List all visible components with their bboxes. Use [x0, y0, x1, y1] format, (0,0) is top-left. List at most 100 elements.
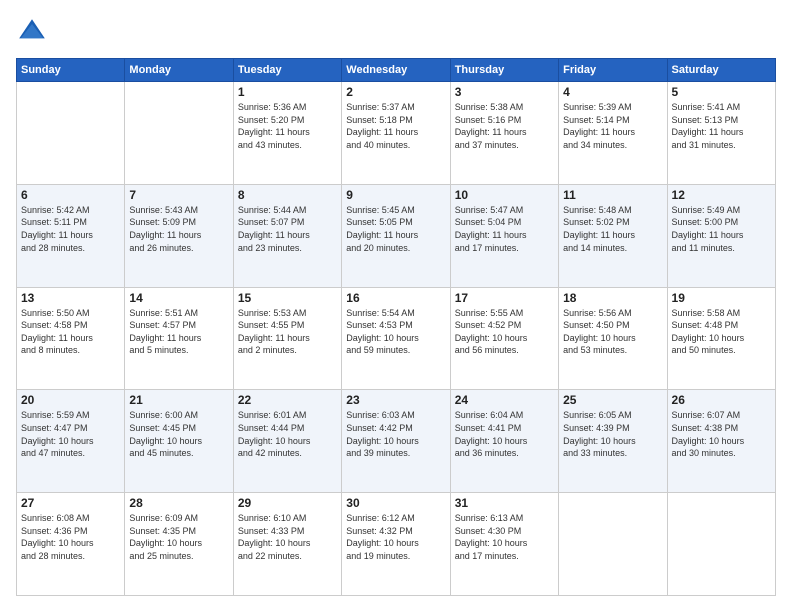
day-detail: Sunrise: 6:08 AM Sunset: 4:36 PM Dayligh… — [21, 512, 120, 562]
day-number: 19 — [672, 291, 771, 305]
day-detail: Sunrise: 5:41 AM Sunset: 5:13 PM Dayligh… — [672, 101, 771, 151]
calendar-cell: 21 Sunrise: 6:00 AM Sunset: 4:45 PM Dayli… — [125, 390, 233, 493]
calendar-cell: 4 Sunrise: 5:39 AM Sunset: 5:14 PM Daylig… — [559, 82, 667, 185]
calendar-cell: 17 Sunrise: 5:55 AM Sunset: 4:52 PM Dayli… — [450, 287, 558, 390]
day-detail: Sunrise: 5:51 AM Sunset: 4:57 PM Dayligh… — [129, 307, 228, 357]
calendar-week-row: 27Sunrise: 6:08 AM Sunset: 4:36 PM Dayli… — [17, 493, 776, 596]
calendar-cell: 13 Sunrise: 5:50 AM Sunset: 4:58 PM Dayli… — [17, 287, 125, 390]
calendar-cell: 5 Sunrise: 5:41 AM Sunset: 5:13 PM Daylig… — [667, 82, 775, 185]
day-detail: Sunrise: 6:04 AM Sunset: 4:41 PM Dayligh… — [455, 409, 554, 459]
calendar-day-header: Saturday — [667, 59, 775, 82]
calendar-cell: 20 Sunrise: 5:59 AM Sunset: 4:47 PM Dayli… — [17, 390, 125, 493]
calendar-cell: 24 Sunrise: 6:04 AM Sunset: 4:41 PM Dayli… — [450, 390, 558, 493]
calendar-header-row: SundayMondayTuesdayWednesdayThursdayFrid… — [17, 59, 776, 82]
calendar-day-header: Sunday — [17, 59, 125, 82]
calendar-cell: 8 Sunrise: 5:44 AM Sunset: 5:07 PM Daylig… — [233, 184, 341, 287]
calendar-cell — [125, 82, 233, 185]
day-number: 28 — [129, 496, 228, 510]
day-number: 13 — [21, 291, 120, 305]
day-detail: Sunrise: 5:47 AM Sunset: 5:04 PM Dayligh… — [455, 204, 554, 254]
day-number: 10 — [455, 188, 554, 202]
day-number: 11 — [563, 188, 662, 202]
day-number: 20 — [21, 393, 120, 407]
day-detail: Sunrise: 5:59 AM Sunset: 4:47 PM Dayligh… — [21, 409, 120, 459]
day-number: 22 — [238, 393, 337, 407]
day-detail: Sunrise: 5:49 AM Sunset: 5:00 PM Dayligh… — [672, 204, 771, 254]
calendar-cell: 12 Sunrise: 5:49 AM Sunset: 5:00 PM Dayli… — [667, 184, 775, 287]
day-number: 12 — [672, 188, 771, 202]
calendar-cell: 9Sunrise: 5:45 AM Sunset: 5:05 PM Daylig… — [342, 184, 450, 287]
day-number: 16 — [346, 291, 445, 305]
calendar-cell: 7 Sunrise: 5:43 AM Sunset: 5:09 PM Daylig… — [125, 184, 233, 287]
calendar-day-header: Monday — [125, 59, 233, 82]
calendar-week-row: 1 Sunrise: 5:36 AM Sunset: 5:20 PM Daylig… — [17, 82, 776, 185]
day-detail: Sunrise: 5:42 AM Sunset: 5:11 PM Dayligh… — [21, 204, 120, 254]
day-number: 15 — [238, 291, 337, 305]
day-number: 8 — [238, 188, 337, 202]
calendar-cell: 22 Sunrise: 6:01 AM Sunset: 4:44 PM Dayli… — [233, 390, 341, 493]
calendar-week-row: 6 Sunrise: 5:42 AM Sunset: 5:11 PM Daylig… — [17, 184, 776, 287]
day-number: 30 — [346, 496, 445, 510]
day-number: 17 — [455, 291, 554, 305]
day-detail: Sunrise: 6:09 AM Sunset: 4:35 PM Dayligh… — [129, 512, 228, 562]
calendar-cell: 2Sunrise: 5:37 AM Sunset: 5:18 PM Daylig… — [342, 82, 450, 185]
calendar-cell — [667, 493, 775, 596]
day-number: 5 — [672, 85, 771, 99]
day-detail: Sunrise: 5:58 AM Sunset: 4:48 PM Dayligh… — [672, 307, 771, 357]
calendar-cell: 11 Sunrise: 5:48 AM Sunset: 5:02 PM Dayli… — [559, 184, 667, 287]
calendar-cell: 16 Sunrise: 5:54 AM Sunset: 4:53 PM Dayli… — [342, 287, 450, 390]
day-detail: Sunrise: 6:00 AM Sunset: 4:45 PM Dayligh… — [129, 409, 228, 459]
day-detail: Sunrise: 6:12 AM Sunset: 4:32 PM Dayligh… — [346, 512, 445, 562]
day-number: 26 — [672, 393, 771, 407]
page: SundayMondayTuesdayWednesdayThursdayFrid… — [0, 0, 792, 612]
calendar-cell: 26 Sunrise: 6:07 AM Sunset: 4:38 PM Dayli… — [667, 390, 775, 493]
day-number: 24 — [455, 393, 554, 407]
day-detail: Sunrise: 5:56 AM Sunset: 4:50 PM Dayligh… — [563, 307, 662, 357]
calendar-cell: 27Sunrise: 6:08 AM Sunset: 4:36 PM Dayli… — [17, 493, 125, 596]
day-number: 9 — [346, 188, 445, 202]
calendar-cell: 14 Sunrise: 5:51 AM Sunset: 4:57 PM Dayli… — [125, 287, 233, 390]
day-detail: Sunrise: 5:48 AM Sunset: 5:02 PM Dayligh… — [563, 204, 662, 254]
day-number: 1 — [238, 85, 337, 99]
day-number: 29 — [238, 496, 337, 510]
day-detail: Sunrise: 5:38 AM Sunset: 5:16 PM Dayligh… — [455, 101, 554, 151]
day-detail: Sunrise: 6:03 AM Sunset: 4:42 PM Dayligh… — [346, 409, 445, 459]
day-number: 6 — [21, 188, 120, 202]
calendar-day-header: Wednesday — [342, 59, 450, 82]
day-detail: Sunrise: 5:39 AM Sunset: 5:14 PM Dayligh… — [563, 101, 662, 151]
day-number: 21 — [129, 393, 228, 407]
calendar-cell: 29 Sunrise: 6:10 AM Sunset: 4:33 PM Dayli… — [233, 493, 341, 596]
calendar-week-row: 20 Sunrise: 5:59 AM Sunset: 4:47 PM Dayli… — [17, 390, 776, 493]
day-detail: Sunrise: 6:10 AM Sunset: 4:33 PM Dayligh… — [238, 512, 337, 562]
calendar-cell: 25Sunrise: 6:05 AM Sunset: 4:39 PM Dayli… — [559, 390, 667, 493]
calendar-day-header: Tuesday — [233, 59, 341, 82]
day-detail: Sunrise: 5:54 AM Sunset: 4:53 PM Dayligh… — [346, 307, 445, 357]
day-detail: Sunrise: 6:01 AM Sunset: 4:44 PM Dayligh… — [238, 409, 337, 459]
day-detail: Sunrise: 5:36 AM Sunset: 5:20 PM Dayligh… — [238, 101, 337, 151]
day-number: 4 — [563, 85, 662, 99]
calendar-cell: 23 Sunrise: 6:03 AM Sunset: 4:42 PM Dayli… — [342, 390, 450, 493]
day-number: 31 — [455, 496, 554, 510]
calendar-cell: 6 Sunrise: 5:42 AM Sunset: 5:11 PM Daylig… — [17, 184, 125, 287]
calendar-cell: 28 Sunrise: 6:09 AM Sunset: 4:35 PM Dayli… — [125, 493, 233, 596]
calendar-cell — [17, 82, 125, 185]
day-number: 3 — [455, 85, 554, 99]
calendar-cell: 15 Sunrise: 5:53 AM Sunset: 4:55 PM Dayli… — [233, 287, 341, 390]
day-number: 7 — [129, 188, 228, 202]
day-detail: Sunrise: 5:53 AM Sunset: 4:55 PM Dayligh… — [238, 307, 337, 357]
day-detail: Sunrise: 5:43 AM Sunset: 5:09 PM Dayligh… — [129, 204, 228, 254]
day-detail: Sunrise: 5:55 AM Sunset: 4:52 PM Dayligh… — [455, 307, 554, 357]
calendar-day-header: Friday — [559, 59, 667, 82]
day-number: 14 — [129, 291, 228, 305]
day-number: 18 — [563, 291, 662, 305]
calendar-cell: 1 Sunrise: 5:36 AM Sunset: 5:20 PM Daylig… — [233, 82, 341, 185]
day-detail: Sunrise: 5:44 AM Sunset: 5:07 PM Dayligh… — [238, 204, 337, 254]
calendar-cell: 3 Sunrise: 5:38 AM Sunset: 5:16 PM Daylig… — [450, 82, 558, 185]
day-number: 23 — [346, 393, 445, 407]
header — [16, 16, 776, 48]
day-detail: Sunrise: 5:50 AM Sunset: 4:58 PM Dayligh… — [21, 307, 120, 357]
day-number: 2 — [346, 85, 445, 99]
calendar-cell: 30 Sunrise: 6:12 AM Sunset: 4:32 PM Dayli… — [342, 493, 450, 596]
day-detail: Sunrise: 6:07 AM Sunset: 4:38 PM Dayligh… — [672, 409, 771, 459]
day-detail: Sunrise: 6:13 AM Sunset: 4:30 PM Dayligh… — [455, 512, 554, 562]
